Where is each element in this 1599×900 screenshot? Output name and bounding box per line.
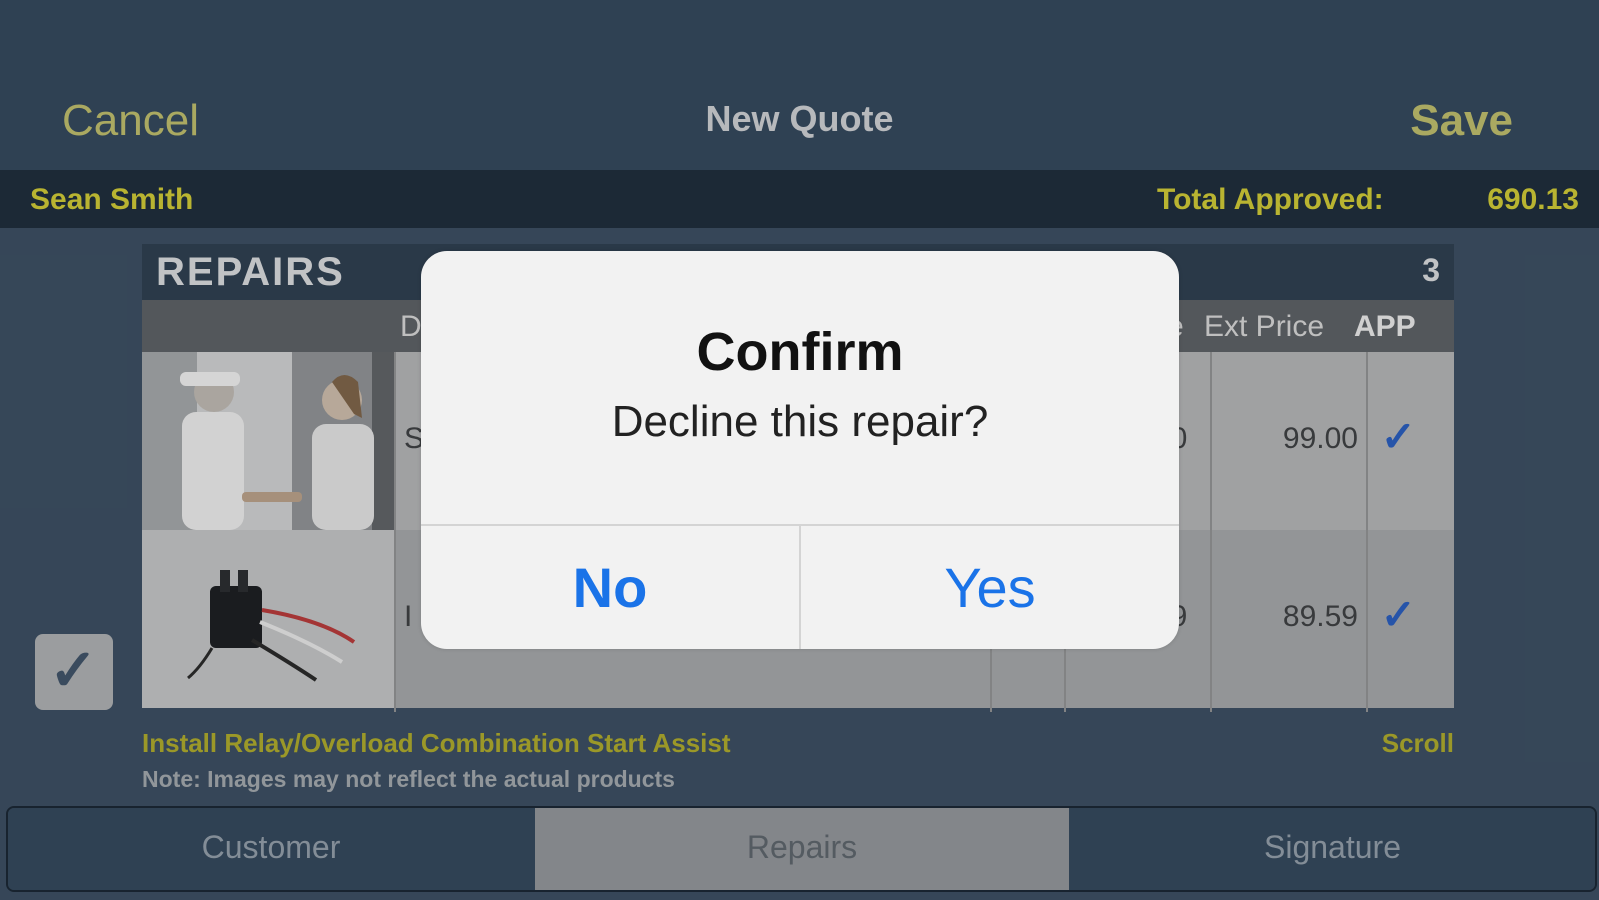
confirm-dialog: Confirm Decline this repair? No Yes [421, 251, 1179, 649]
dialog-title: Confirm [696, 322, 904, 382]
dialog-message: Decline this repair? [611, 397, 989, 446]
yes-button[interactable]: Yes [801, 526, 1179, 649]
no-button[interactable]: No [421, 526, 799, 649]
app-screen: Cancel New Quote Save Sean Smith Total A… [0, 0, 1599, 900]
